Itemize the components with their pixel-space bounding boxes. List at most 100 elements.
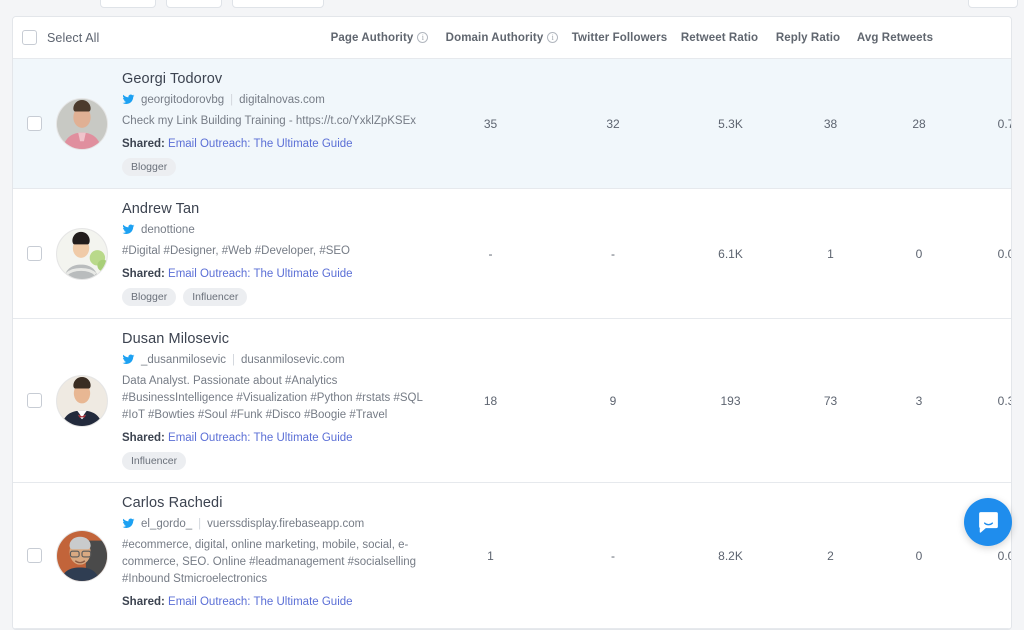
avatar-cell	[56, 483, 122, 628]
column-header-label: Page Authority	[331, 32, 414, 44]
cell-domain-authority: -	[548, 247, 678, 261]
column-header-twitter-followers[interactable]: Twitter Followers	[567, 32, 672, 44]
shared-line: Shared: Email Outreach: The Ultimate Gui…	[122, 432, 423, 444]
info-icon[interactable]: i	[547, 32, 558, 43]
shared-label: Shared:	[122, 268, 165, 280]
row-select-cell[interactable]	[13, 319, 56, 482]
twitter-handle[interactable]: denottione	[141, 224, 195, 236]
column-header-label: Retweet Ratio	[681, 32, 758, 44]
shared-article-link[interactable]: Email Outreach: The Ultimate Guide	[168, 138, 353, 150]
select-all-checkbox[interactable]	[22, 30, 37, 45]
prospect-handle-line: georgitodorovbg | digitalnovas.com	[122, 93, 423, 106]
twitter-handle[interactable]: georgitodorovbg	[141, 94, 224, 106]
table-row[interactable]: Andrew Tan denottione #Digital #Designer…	[13, 189, 1011, 319]
tag[interactable]: Influencer	[122, 452, 186, 470]
website-link[interactable]: vuerssdisplay.firebaseapp.com	[207, 518, 364, 530]
cell-twitter-followers: 193	[678, 394, 783, 408]
prospect-info: Carlos Rachedi el_gordo_ | vuerssdisplay…	[122, 483, 433, 628]
row-checkbox[interactable]	[27, 246, 42, 261]
twitter-icon	[122, 223, 135, 236]
cell-twitter-followers: 6.1K	[678, 247, 783, 261]
avatar-cell	[56, 189, 122, 318]
avatar	[56, 530, 108, 582]
cell-twitter-followers: 8.2K	[678, 549, 783, 563]
intercom-chat-launcher[interactable]	[964, 498, 1012, 546]
filter-button-2[interactable]	[166, 0, 222, 8]
avatar-cell	[56, 59, 122, 188]
table-row[interactable]: Carlos Rachedi el_gordo_ | vuerssdisplay…	[13, 483, 1011, 629]
table-body: Georgi Todorov georgitodorovbg | digital…	[13, 59, 1011, 629]
filter-button-4[interactable]	[968, 0, 1018, 8]
row-select-cell[interactable]	[13, 189, 56, 318]
select-all-control[interactable]: Select All	[13, 30, 322, 45]
prospect-bio: #Digital #Designer, #Web #Developer, #SE…	[122, 243, 423, 260]
cell-page-authority: -	[433, 247, 548, 261]
column-header-avg-retweets[interactable]: Avg Retweets	[849, 32, 941, 44]
prospect-bio: #ecommerce, digital, online marketing, m…	[122, 537, 423, 588]
shared-line: Shared: Email Outreach: The Ultimate Gui…	[122, 596, 423, 608]
shared-article-link[interactable]: Email Outreach: The Ultimate Guide	[168, 268, 353, 280]
row-select-cell[interactable]	[13, 59, 56, 188]
cell-avg-retweets: 0.0	[960, 549, 1012, 563]
prospect-bio: Check my Link Building Training - https:…	[122, 113, 423, 130]
column-header-label: Twitter Followers	[572, 32, 667, 44]
cell-reply-ratio: 0	[878, 247, 960, 261]
row-checkbox[interactable]	[27, 116, 42, 131]
table-row[interactable]: Dusan Milosevic _dusanmilosevic | dusanm…	[13, 319, 1011, 483]
column-header-reply-ratio[interactable]: Reply Ratio	[767, 32, 849, 44]
twitter-icon	[122, 93, 135, 106]
cell-retweet-ratio: 73	[783, 394, 878, 408]
prospect-info: Georgi Todorov georgitodorovbg | digital…	[122, 59, 433, 188]
tag[interactable]: Blogger	[122, 288, 176, 306]
shared-label: Shared:	[122, 596, 165, 608]
column-header-page-authority[interactable]: Page Authority i	[322, 32, 437, 44]
prospect-handle-line: el_gordo_ | vuerssdisplay.firebaseapp.co…	[122, 517, 423, 530]
prospect-info: Dusan Milosevic _dusanmilosevic | dusanm…	[122, 319, 433, 482]
row-checkbox[interactable]	[27, 393, 42, 408]
filter-button-3[interactable]	[232, 0, 324, 8]
twitter-icon	[122, 517, 135, 530]
shared-label: Shared:	[122, 138, 165, 150]
info-icon[interactable]: i	[417, 32, 428, 43]
column-header-domain-authority[interactable]: Domain Authority i	[437, 32, 567, 44]
chat-bubble-icon	[976, 510, 1001, 535]
prospect-name[interactable]: Carlos Rachedi	[122, 495, 423, 511]
prospect-handle-line: denottione	[122, 223, 423, 236]
prospect-name[interactable]: Dusan Milosevic	[122, 331, 423, 347]
separator: |	[232, 354, 235, 366]
tag-list: Blogger Influencer	[122, 288, 423, 306]
metric-cells: 1 - 8.2K 2 0 0.0 •••	[433, 483, 1012, 628]
tag[interactable]: Blogger	[122, 158, 176, 176]
column-header-label: Domain Authority	[446, 32, 544, 44]
cell-page-authority: 1	[433, 549, 548, 563]
tag-list: Blogger	[122, 158, 423, 176]
website-link[interactable]: dusanmilosevic.com	[241, 354, 345, 366]
tag[interactable]: Influencer	[183, 288, 247, 306]
prospect-name[interactable]: Georgi Todorov	[122, 71, 423, 87]
row-select-cell[interactable]	[13, 483, 56, 628]
website-link[interactable]: digitalnovas.com	[239, 94, 325, 106]
avatar	[56, 375, 108, 427]
shared-article-link[interactable]: Email Outreach: The Ultimate Guide	[168, 432, 353, 444]
cell-retweet-ratio: 38	[783, 117, 878, 131]
row-checkbox[interactable]	[27, 548, 42, 563]
cell-domain-authority: 9	[548, 394, 678, 408]
prospect-handle-line: _dusanmilosevic | dusanmilosevic.com	[122, 353, 423, 366]
prospect-name[interactable]: Andrew Tan	[122, 201, 423, 217]
column-header-label: Avg Retweets	[857, 32, 933, 44]
cell-domain-authority: 32	[548, 117, 678, 131]
avatar-cell	[56, 319, 122, 482]
avatar	[56, 228, 108, 280]
prospect-bio: Data Analyst. Passionate about #Analytic…	[122, 373, 423, 424]
twitter-handle[interactable]: _dusanmilosevic	[141, 354, 226, 366]
cell-page-authority: 18	[433, 394, 548, 408]
cell-avg-retweets: 0.3	[960, 394, 1012, 408]
twitter-handle[interactable]: el_gordo_	[141, 518, 192, 530]
column-header-retweet-ratio[interactable]: Retweet Ratio	[672, 32, 767, 44]
cell-page-authority: 35	[433, 117, 548, 131]
filter-button-1[interactable]	[100, 0, 156, 8]
table-row[interactable]: Georgi Todorov georgitodorovbg | digital…	[13, 59, 1011, 189]
shared-line: Shared: Email Outreach: The Ultimate Gui…	[122, 268, 423, 280]
shared-article-link[interactable]: Email Outreach: The Ultimate Guide	[168, 596, 353, 608]
cell-twitter-followers: 5.3K	[678, 117, 783, 131]
